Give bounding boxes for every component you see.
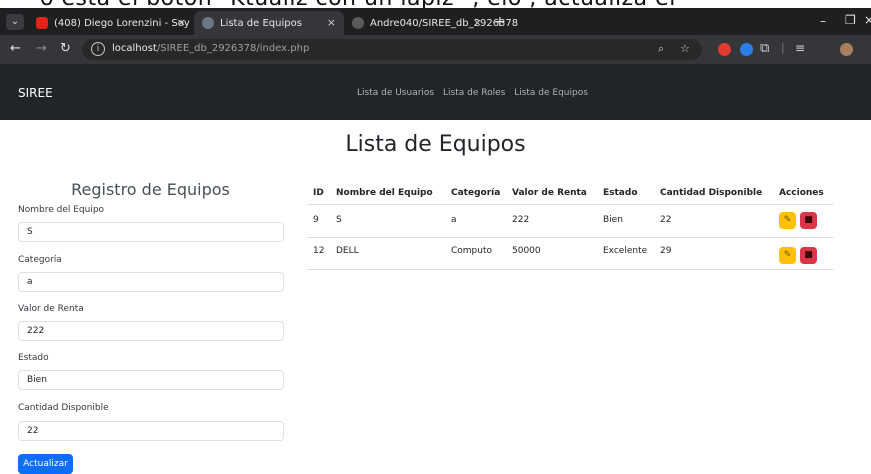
zoom-icon[interactable]: ⌕ <box>658 42 664 56</box>
cell-id: 12 <box>313 246 325 256</box>
tab-github[interactable]: Andre040/SIREE_db_2926378 × <box>344 11 518 35</box>
label-categoria: Categoría <box>18 255 62 265</box>
cell-estado: Excelente <box>603 246 648 256</box>
url-path: /SIREE_db_2926378/index.php <box>156 43 310 54</box>
url-text: localhost/SIREE_db_2926378/index.php <box>112 43 309 54</box>
header-estado: Estado <box>603 188 638 198</box>
extension-red-icon[interactable] <box>718 43 731 56</box>
address-bar[interactable]: i localhost/SIREE_db_2926378/index.php ⌕… <box>82 39 702 60</box>
cell-valor: 222 <box>512 215 530 225</box>
new-tab-button[interactable]: + <box>494 14 506 30</box>
extensions-puzzle-icon[interactable]: ⧉ <box>760 41 769 56</box>
update-button[interactable]: Actualizar <box>18 454 73 474</box>
nav-link-usuarios[interactable]: Lista de Usuarios <box>357 88 434 98</box>
extension-blue-icon[interactable] <box>740 43 753 56</box>
cell-cantidad: 29 <box>660 246 672 256</box>
browser-toolbar: ← → ↻ i localhost/SIREE_db_2926378/index… <box>0 35 871 64</box>
cell-estado: Bien <box>603 215 623 225</box>
close-tab-icon[interactable]: × <box>473 16 482 29</box>
cell-valor: 50000 <box>512 246 541 256</box>
profile-avatar[interactable] <box>840 43 853 56</box>
site-info-icon[interactable]: i <box>91 42 105 56</box>
label-cantidad: Cantidad Disponible <box>18 403 109 413</box>
cell-categoria: Computo <box>451 246 493 256</box>
url-host: localhost <box>112 43 157 54</box>
tab-label: (408) Diego Lorenzini - Soy <box>54 17 190 29</box>
cell-categoria: a <box>451 215 457 225</box>
tab-lista-de-equipos[interactable]: Lista de Equipos × <box>194 11 344 35</box>
caption-strip: o esta el botón "Ktualiz con un lapiz" ,… <box>0 0 871 8</box>
form-title: Registro de Equipos <box>71 180 230 199</box>
label-estado: Estado <box>18 353 49 363</box>
label-nombre-equipo: Nombre del Equipo <box>18 205 105 215</box>
header-acciones: Acciones <box>779 188 824 198</box>
input-valor-renta[interactable]: 222 <box>18 321 284 341</box>
close-tab-icon[interactable]: × <box>327 16 336 29</box>
header-id: ID <box>313 188 324 198</box>
delete-button[interactable]: ■ <box>800 247 817 264</box>
edit-button[interactable]: ✎ <box>779 212 796 229</box>
back-icon[interactable]: ← <box>10 41 21 56</box>
tab-youtube[interactable]: (408) Diego Lorenzini - Soy 🔊 × <box>28 11 207 35</box>
input-estado[interactable]: Bien <box>18 370 284 390</box>
tab-label: Lista de Equipos <box>220 17 302 29</box>
header-nombre: Nombre del Equipo <box>336 188 433 198</box>
reload-icon[interactable]: ↻ <box>60 41 71 56</box>
restore-icon[interactable]: ❐ <box>845 13 856 27</box>
toolbar-divider: | <box>781 41 785 54</box>
delete-button[interactable]: ■ <box>800 212 817 229</box>
close-tab-icon[interactable]: × <box>177 16 186 29</box>
header-valor: Valor de Renta <box>512 188 587 198</box>
youtube-icon <box>36 17 48 29</box>
edit-button[interactable]: ✎ <box>779 247 796 264</box>
forward-icon[interactable]: → <box>36 41 47 56</box>
row-divider <box>307 269 834 270</box>
header-cantidad: Cantidad Disponible <box>660 188 763 198</box>
bookmark-star-icon[interactable]: ☆ <box>680 42 690 55</box>
cell-id: 9 <box>313 215 319 225</box>
cell-cantidad: 22 <box>660 215 672 225</box>
tab-search-icon[interactable]: ⌄ <box>6 14 24 30</box>
pencil-square-icon: ✎ <box>783 250 792 260</box>
input-nombre-equipo[interactable]: S <box>18 222 284 242</box>
header-divider <box>307 204 834 205</box>
input-cantidad[interactable]: 22 <box>18 421 284 441</box>
browser-tabbar: ⌄ (408) Diego Lorenzini - Soy 🔊 × Lista … <box>0 8 871 35</box>
app-navbar: SIREE Lista de Usuarios Lista de Roles L… <box>0 64 871 120</box>
cell-nombre: DELL <box>336 246 359 256</box>
header-categoria: Categoría <box>451 188 501 198</box>
input-categoria[interactable]: a <box>18 272 284 292</box>
nav-link-equipos[interactable]: Lista de Equipos <box>514 88 588 98</box>
page-title: Lista de Equipos <box>345 132 526 157</box>
reading-list-icon[interactable]: ≡ <box>795 41 805 55</box>
trash-icon: ■ <box>804 250 813 260</box>
nav-link-roles[interactable]: Lista de Roles <box>443 88 505 98</box>
minimize-icon[interactable]: – <box>820 14 826 28</box>
caption-text: o esta el botón "Ktualiz con un lapiz" ,… <box>40 0 676 8</box>
trash-icon: ■ <box>804 215 813 225</box>
window-close-icon[interactable]: × <box>864 13 871 27</box>
navbar-links: Lista de Usuarios Lista de Roles Lista d… <box>357 88 594 98</box>
label-valor-renta: Valor de Renta <box>18 304 84 314</box>
globe-icon <box>202 17 214 29</box>
row-divider <box>307 237 834 238</box>
cell-nombre: S <box>336 215 342 225</box>
pencil-square-icon: ✎ <box>783 215 792 225</box>
navbar-brand[interactable]: SIREE <box>18 86 53 100</box>
github-icon <box>352 17 364 29</box>
